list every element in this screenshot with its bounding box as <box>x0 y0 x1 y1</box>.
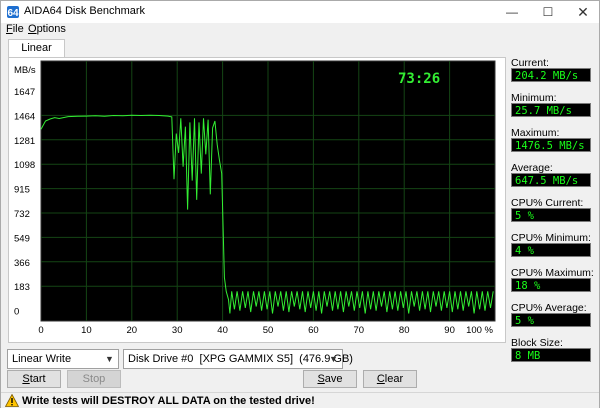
stat-value-cpu-minimum: 4 % <box>511 243 591 257</box>
menu-file[interactable]: File <box>6 23 24 35</box>
x-tick-label: 70 <box>354 325 365 336</box>
close-button[interactable]: ✕ <box>568 1 598 23</box>
menu-file-label: ile <box>12 23 24 35</box>
stop-button[interactable]: Stop <box>67 370 121 388</box>
x-tick-label: 40 <box>217 325 228 336</box>
x-tick-label: 0 <box>38 325 43 336</box>
chevron-down-icon: ▼ <box>105 354 114 364</box>
tab-linear-write[interactable]: Linear Write <box>8 39 65 71</box>
x-tick-label: 100 % <box>466 325 493 336</box>
app-logo-icon: 64 <box>7 6 19 19</box>
start-button[interactable]: Start <box>7 370 61 388</box>
menu-bar: File Options <box>1 23 599 37</box>
svg-text:64: 64 <box>7 8 19 19</box>
drive-select[interactable]: Disk Drive #0 [XPG GAMMIX S5] (476.9 GB)… <box>123 349 353 369</box>
x-tick-label: 10 <box>81 325 92 336</box>
test-type-select[interactable]: Linear Write ▼ <box>7 349 119 369</box>
title-bar[interactable]: 64 AIDA64 Disk Benchmark — ☐ ✕ <box>1 1 599 23</box>
warning-message: Write tests will DESTROY ALL DATA on the… <box>22 395 315 407</box>
drive-value: Disk Drive #0 [XPG GAMMIX S5] (476.9 GB) <box>128 353 353 365</box>
y-tick-label: 732 <box>14 209 30 220</box>
stat-value-cpu-maximum: 18 % <box>511 278 591 292</box>
stat-value-block-size: 8 MB <box>511 348 591 362</box>
stat-value-minimum: 25.7 MB/s <box>511 103 591 117</box>
y-tick-label: 1098 <box>14 160 35 171</box>
app-window: 64 AIDA64 Disk Benchmark — ☐ ✕ File Opti… <box>0 0 600 408</box>
x-tick-label: 30 <box>172 325 183 336</box>
benchmark-chart: 1647 1464 1281 1098 915 732 549 366 183 0 MB/s 0 10 2… <box>14 60 496 336</box>
stat-value-average: 647.5 MB/s <box>511 173 591 187</box>
y-tick-label: 183 <box>14 282 30 293</box>
chevron-down-icon: ▼ <box>329 354 338 364</box>
stat-value-cpu-current: 5 % <box>511 208 591 222</box>
save-label: ave <box>324 373 343 385</box>
y-tick-label: 1281 <box>14 136 35 147</box>
y-tick-label: 915 <box>14 185 30 196</box>
y-tick-label: 549 <box>14 233 30 244</box>
menu-file-accel: F <box>6 23 13 35</box>
minimize-button[interactable]: — <box>497 1 527 23</box>
clear-label: lear <box>384 373 404 385</box>
clear-button[interactable]: Clear <box>363 370 417 388</box>
menu-options-accel: O <box>28 23 37 35</box>
y-tick-label: 0 <box>14 307 19 318</box>
test-type-value: Linear Write <box>12 353 72 365</box>
y-tick-label: 1464 <box>14 111 35 122</box>
start-label: tart <box>29 373 46 385</box>
x-tick-label: 80 <box>399 325 410 336</box>
clear-accel: C <box>376 373 385 385</box>
warning-icon <box>5 394 19 407</box>
start-accel: S <box>22 373 30 385</box>
stat-value-cpu-average: 5 % <box>511 313 591 327</box>
maximize-button[interactable]: ☐ <box>533 1 563 23</box>
x-tick-label: 50 <box>263 325 274 336</box>
y-tick-label: 366 <box>14 258 30 269</box>
x-tick-label: 20 <box>127 325 138 336</box>
x-tick-label: 90 <box>444 325 455 336</box>
stat-value-current: 204.2 MB/s <box>511 68 591 82</box>
stat-value-maximum: 1476.5 MB/s <box>511 138 591 152</box>
y-axis-label: MB/s <box>14 65 36 76</box>
status-bar: Write tests will DESTROY ALL DATA on the… <box>1 392 599 408</box>
y-tick-label: 1647 <box>14 87 35 98</box>
window-title: AIDA64 Disk Benchmark <box>24 5 146 17</box>
menu-options[interactable]: Options <box>28 23 66 35</box>
save-accel: S <box>317 373 325 385</box>
elapsed-timer: 73:26 <box>398 71 440 87</box>
menu-options-label: ptions <box>36 23 66 35</box>
save-button[interactable]: Save <box>303 370 357 388</box>
x-tick-label: 60 <box>308 325 319 336</box>
